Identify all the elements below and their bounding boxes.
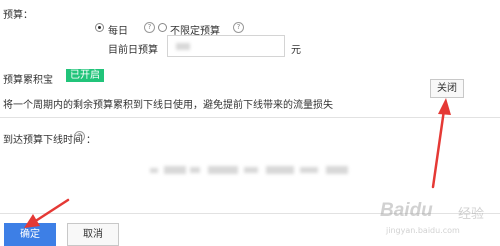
watermark-url: jingyan.baidu.com <box>386 226 460 235</box>
watermark-site: 经验 <box>458 207 485 222</box>
arrow-to-confirm-button <box>24 198 70 228</box>
watermark-brand: Baidu <box>380 200 433 221</box>
watermark: Baidu 经验 jingyan.baidu.com <box>380 196 498 242</box>
arrow-to-close-button <box>431 98 451 189</box>
